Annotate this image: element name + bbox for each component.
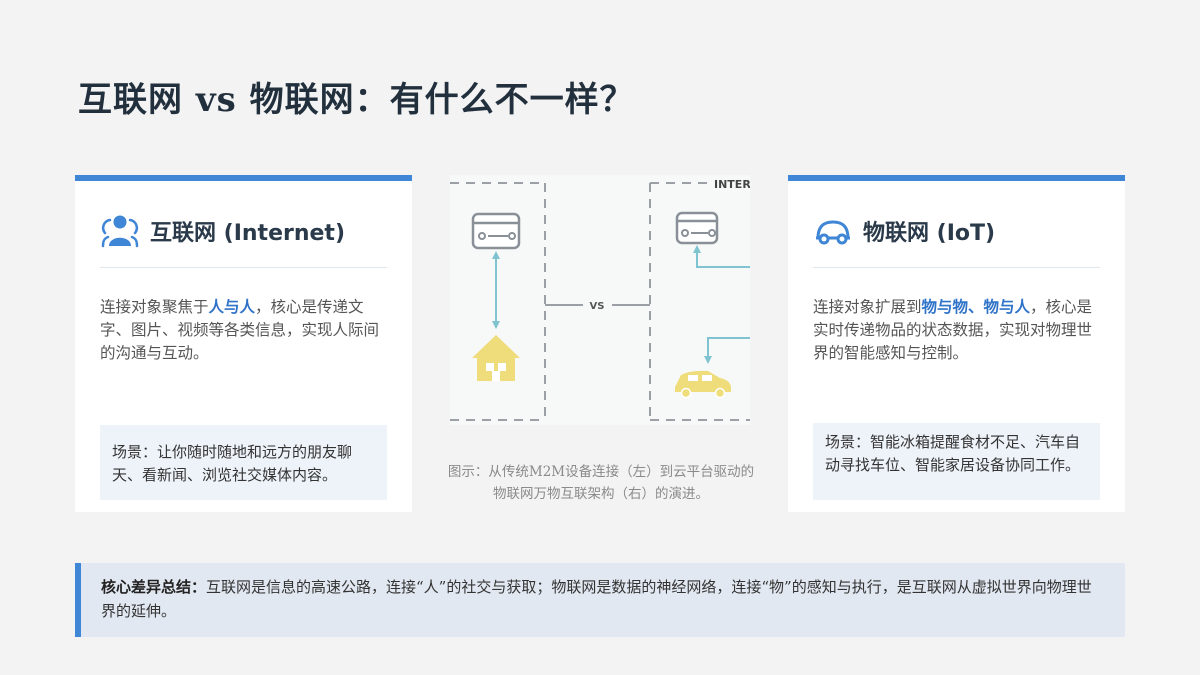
iot-description: 连接对象扩展到物与物、物与人，核心是实时传递物品的状态数据，实现对物理世界的智能… [813,297,1093,362]
internet-description: 连接对象聚焦于人与人，核心是传递文字、图片、视频等各类信息，实现人际间的沟通与互… [100,297,380,362]
summary-text: 互联网是信息的高速公路，连接“人”的社交与获取；物联网是数据的神经网络，连接“物… [101,578,1092,620]
summary-box: 核心差异总结：互联网是信息的高速公路，连接“人”的社交与获取；物联网是数据的神经… [75,563,1125,637]
iot-card-header: 物联网 (IoT) [813,211,995,251]
iot-scene-box: 场景：智能冰箱提醒食材不足、汽车自动寻找车位、智能家居设备协同工作。 [813,423,1100,500]
summary-label: 核心差异总结： [101,578,207,596]
divider [813,267,1100,268]
internet-card-header: 互联网 (Internet) [100,211,345,251]
users-icon [100,211,140,251]
page-title: 互联网 vs 物联网：有什么不一样？ [78,80,635,120]
figure-vs-label: VS [590,301,605,312]
device-icon [471,212,521,250]
divider [100,267,387,268]
car-icon [675,370,731,399]
house-icon [472,335,520,381]
iot-card-title: 物联网 (IoT) [863,221,996,246]
architecture-figure: INTER VS [450,175,751,425]
iot-highlight: 物与物、物与人 [921,297,1031,316]
internet-highlight: 人与人 [208,297,256,316]
iot-card: 物联网 (IoT) 连接对象扩展到物与物、物与人，核心是实时传递物品的状态数据，… [788,175,1125,512]
car-icon [813,211,853,251]
figure-corner-label: INTER [714,178,750,191]
figure-caption: 图示：从传统M2M设备连接（左）到云平台驱动的物联网万物互联架构（右）的演进。 [447,464,755,502]
device-icon [675,211,719,245]
internet-card: 互联网 (Internet) 连接对象聚焦于人与人，核心是传递文字、图片、视频等… [75,175,412,512]
internet-scene-box: 场景：让你随时随地和远方的朋友聊天、看新闻、浏览社交媒体内容。 [100,425,387,500]
internet-card-title: 互联网 (Internet) [150,221,346,246]
